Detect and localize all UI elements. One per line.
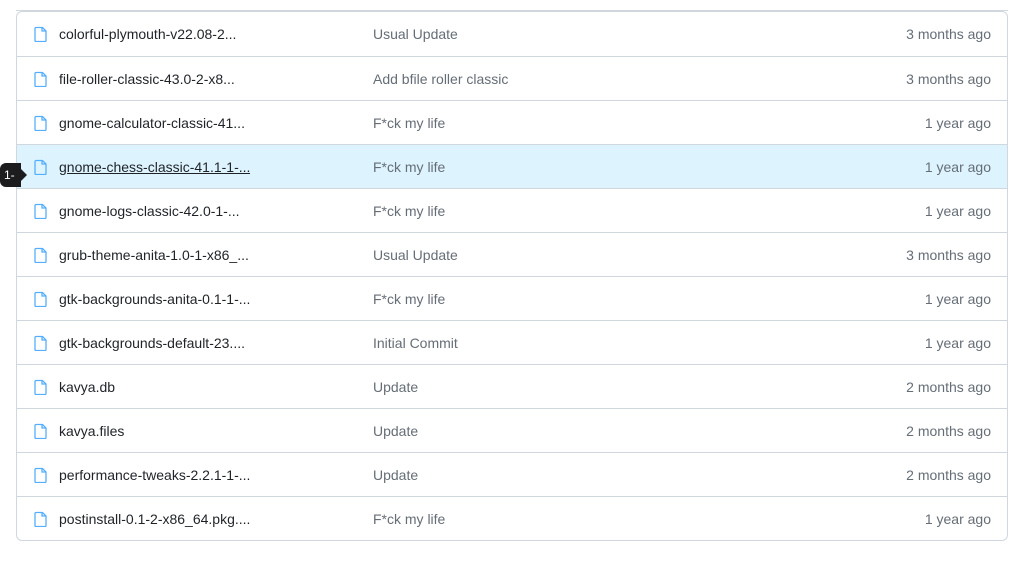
commit-age: 1 year ago — [925, 203, 991, 219]
file-row[interactable]: kavya.files Update2 months ago — [17, 408, 1007, 452]
file-name-cell: gnome-calculator-classic-41... — [33, 115, 373, 131]
file-list-table: colorful-plymouth-v22.08-2... Usual Updat… — [16, 11, 1008, 541]
file-row[interactable]: gnome-chess-classic-41.1-1-... F*ck my li… — [17, 144, 1007, 188]
file-row[interactable]: file-roller-classic-43.0-2-x8... Add bfil… — [17, 56, 1007, 100]
commit-age: 2 months ago — [906, 467, 991, 483]
file-row[interactable]: kavya.db Update2 months ago — [17, 364, 1007, 408]
commit-message[interactable]: F*ck my life — [373, 203, 925, 219]
file-name-link[interactable]: kavya.files — [59, 423, 124, 439]
file-name-cell: postinstall-0.1-2-x86_64.pkg.... — [33, 511, 373, 527]
file-name-cell: kavya.files — [33, 423, 373, 439]
file-name-link[interactable]: file-roller-classic-43.0-2-x8... — [59, 71, 235, 87]
commit-age: 1 year ago — [925, 115, 991, 131]
commit-age: 1 year ago — [925, 159, 991, 175]
file-row[interactable]: postinstall-0.1-2-x86_64.pkg.... F*ck my … — [17, 496, 1007, 540]
file-name-cell: performance-tweaks-2.2.1-1-... — [33, 467, 373, 483]
file-row[interactable]: performance-tweaks-2.2.1-1-... Update2 mo… — [17, 452, 1007, 496]
commit-age: 3 months ago — [906, 71, 991, 87]
commit-message[interactable]: F*ck my life — [373, 159, 925, 175]
commit-message[interactable]: Add bfile roller classic — [373, 71, 906, 87]
commit-message[interactable]: Initial Commit — [373, 335, 925, 351]
file-name-link[interactable]: gnome-chess-classic-41.1-1-... — [59, 159, 250, 175]
commit-message[interactable]: F*ck my life — [373, 291, 925, 307]
file-row[interactable]: gtk-backgrounds-default-23.... Initial Co… — [17, 320, 1007, 364]
commit-message[interactable]: Update — [373, 467, 906, 483]
file-name-link[interactable]: colorful-plymouth-v22.08-2... — [59, 26, 236, 42]
file-name-cell: kavya.db — [33, 379, 373, 395]
file-name-cell: gtk-backgrounds-anita-0.1-1-... — [33, 291, 373, 307]
file-name-cell: file-roller-classic-43.0-2-x8... — [33, 71, 373, 87]
commit-age: 3 months ago — [906, 26, 991, 42]
file-name-cell: grub-theme-anita-1.0-1-x86_... — [33, 247, 373, 263]
file-name-link[interactable]: gnome-logs-classic-42.0-1-... — [59, 203, 240, 219]
commit-message[interactable]: Update — [373, 423, 906, 439]
file-row[interactable]: gnome-logs-classic-42.0-1-... F*ck my lif… — [17, 188, 1007, 232]
commit-age: 2 months ago — [906, 379, 991, 395]
file-row[interactable]: colorful-plymouth-v22.08-2... Usual Updat… — [17, 12, 1007, 56]
file-row[interactable]: gtk-backgrounds-anita-0.1-1-... F*ck my l… — [17, 276, 1007, 320]
commit-message[interactable]: Update — [373, 379, 906, 395]
commit-age: 3 months ago — [906, 247, 991, 263]
commit-message[interactable]: F*ck my life — [373, 115, 925, 131]
file-name-link[interactable]: grub-theme-anita-1.0-1-x86_... — [59, 247, 249, 263]
file-name-cell: colorful-plymouth-v22.08-2... — [33, 26, 373, 42]
file-name-cell: gtk-backgrounds-default-23.... — [33, 335, 373, 351]
commit-age: 2 months ago — [906, 423, 991, 439]
commit-message[interactable]: F*ck my life — [373, 511, 925, 527]
file-row[interactable]: grub-theme-anita-1.0-1-x86_... Usual Upda… — [17, 232, 1007, 276]
commit-age: 1 year ago — [925, 335, 991, 351]
file-name-link[interactable]: postinstall-0.1-2-x86_64.pkg.... — [59, 511, 250, 527]
filename-tooltip: 1- — [0, 163, 21, 187]
file-name-link[interactable]: gtk-backgrounds-default-23.... — [59, 335, 245, 351]
file-name-link[interactable]: gtk-backgrounds-anita-0.1-1-... — [59, 291, 250, 307]
file-name-cell: gnome-logs-classic-42.0-1-... — [33, 203, 373, 219]
file-row[interactable]: gnome-calculator-classic-41... F*ck my li… — [17, 100, 1007, 144]
commit-age: 1 year ago — [925, 511, 991, 527]
commit-message[interactable]: Usual Update — [373, 247, 906, 263]
file-name-link[interactable]: kavya.db — [59, 379, 115, 395]
commit-age: 1 year ago — [925, 291, 991, 307]
file-name-link[interactable]: gnome-calculator-classic-41... — [59, 115, 245, 131]
file-name-cell: gnome-chess-classic-41.1-1-... — [33, 159, 373, 175]
commit-message[interactable]: Usual Update — [373, 26, 906, 42]
file-name-link[interactable]: performance-tweaks-2.2.1-1-... — [59, 467, 250, 483]
